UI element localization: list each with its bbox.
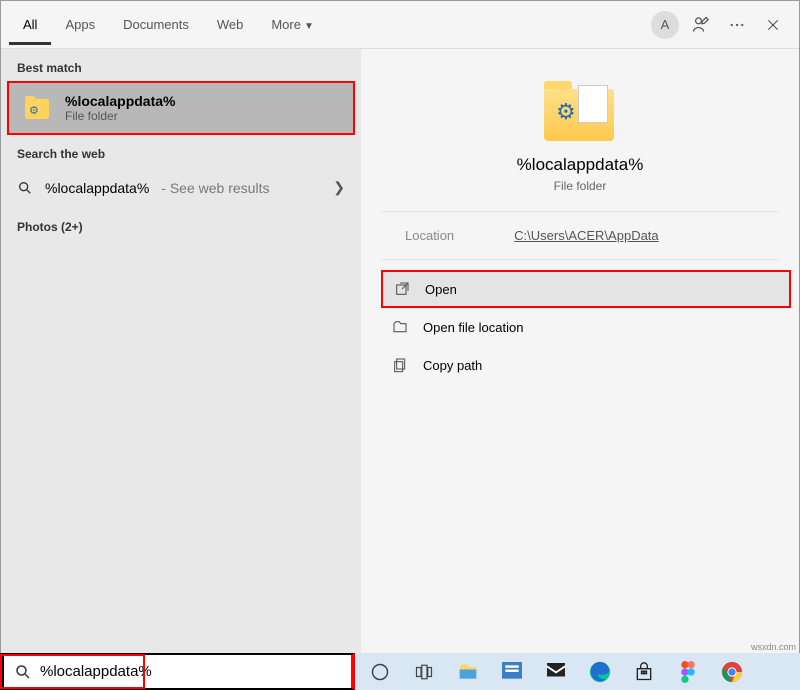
- avatar-icon: A: [651, 11, 679, 39]
- figma-icon[interactable]: [675, 659, 701, 685]
- result-text: %localappdata% File folder: [65, 93, 175, 123]
- chevron-down-icon: ▼: [304, 21, 314, 32]
- search-box[interactable]: [0, 653, 355, 690]
- edge-icon[interactable]: [587, 659, 613, 685]
- taskbar: [0, 653, 800, 690]
- copy-icon: [391, 356, 409, 374]
- web-result[interactable]: %localappdata% - See web results ❯: [1, 167, 361, 208]
- preview-header: ⚙ %localappdata% File folder: [381, 59, 779, 212]
- search-icon: [14, 663, 32, 681]
- open-icon: [393, 280, 411, 298]
- location-link[interactable]: C:\Users\ACER\AppData: [514, 228, 659, 243]
- result-subtitle: File folder: [65, 109, 175, 123]
- folder-outline-icon: [391, 318, 409, 336]
- account-avatar[interactable]: A: [647, 7, 683, 43]
- web-query-text: %localappdata%: [45, 180, 149, 196]
- task-view-icon[interactable]: [411, 659, 437, 685]
- header-bar: All Apps Documents Web More▼ A: [1, 1, 799, 49]
- file-explorer-icon[interactable]: [455, 659, 481, 685]
- more-options-button[interactable]: [719, 7, 755, 43]
- tab-apps[interactable]: Apps: [51, 5, 109, 45]
- folder-large-icon: ⚙: [544, 79, 616, 141]
- action-open-location-label: Open file location: [423, 320, 523, 335]
- results-panel: Best match ⚙ %localappdata% File folder …: [1, 49, 361, 654]
- tab-all[interactable]: All: [9, 5, 51, 45]
- search-web-label: Search the web: [1, 135, 361, 167]
- filter-tabs: All Apps Documents Web More▼: [9, 5, 328, 45]
- close-button[interactable]: [755, 7, 791, 43]
- taskbar-icons: [355, 653, 757, 690]
- action-open[interactable]: Open: [381, 270, 791, 308]
- tab-documents[interactable]: Documents: [109, 5, 203, 45]
- best-match-label: Best match: [1, 49, 361, 81]
- location-label: Location: [405, 228, 454, 243]
- preview-title: %localappdata%: [517, 155, 644, 175]
- search-input[interactable]: [40, 663, 341, 680]
- chevron-right-icon: ❯: [333, 179, 345, 196]
- folder-icon: ⚙: [25, 96, 53, 120]
- app-icon-1[interactable]: [499, 659, 525, 685]
- cortana-icon[interactable]: [367, 659, 393, 685]
- result-title: %localappdata%: [65, 93, 175, 109]
- tab-web[interactable]: Web: [203, 5, 258, 45]
- ellipsis-icon: [728, 16, 746, 34]
- gear-icon: ⚙: [556, 99, 576, 125]
- chrome-icon[interactable]: [719, 659, 745, 685]
- close-icon: [766, 18, 780, 32]
- photos-label[interactable]: Photos (2+): [1, 208, 361, 240]
- action-open-location[interactable]: Open file location: [361, 308, 799, 346]
- action-copy-path-label: Copy path: [423, 358, 482, 373]
- action-copy-path[interactable]: Copy path: [361, 346, 799, 384]
- preview-panel: ⚙ %localappdata% File folder Location C:…: [361, 49, 799, 654]
- location-row: Location C:\Users\ACER\AppData: [381, 212, 779, 260]
- search-icon: [17, 180, 33, 196]
- watermark: wsxdn.com: [751, 642, 796, 652]
- tab-more[interactable]: More▼: [257, 5, 328, 45]
- web-suffix-text: - See web results: [161, 180, 269, 196]
- feedback-button[interactable]: [683, 7, 719, 43]
- feedback-icon: [691, 15, 711, 35]
- gear-icon: ⚙: [29, 104, 39, 117]
- mail-icon[interactable]: [543, 659, 569, 685]
- preview-subtitle: File folder: [554, 179, 607, 193]
- actions-list: Open Open file location Copy path: [361, 270, 799, 384]
- best-match-result[interactable]: ⚙ %localappdata% File folder: [7, 81, 355, 135]
- action-open-label: Open: [425, 282, 457, 297]
- store-icon[interactable]: [631, 659, 657, 685]
